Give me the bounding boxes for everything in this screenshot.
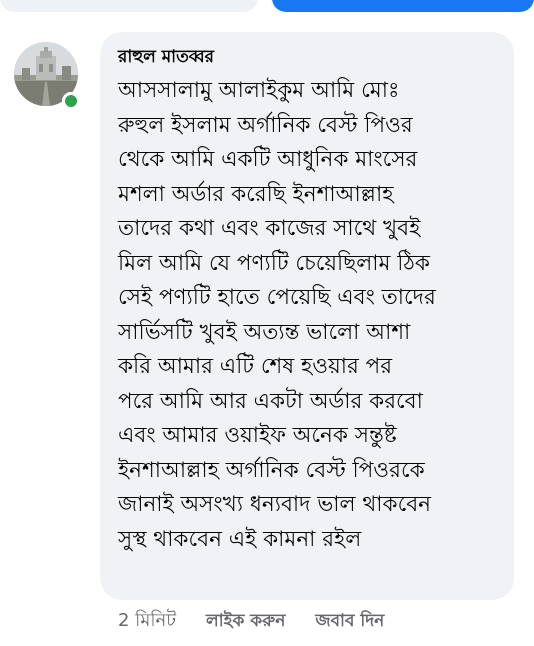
reply-button[interactable]: জবাব দিন: [315, 608, 384, 636]
previous-action-tab[interactable]: [0, 0, 258, 12]
top-bar: [0, 0, 534, 14]
comment-author[interactable]: রাহুল মাতব্বর: [118, 46, 500, 68]
comment-item: রাহুল মাতব্বর আসসালামু আলাইকুম আমি মোঃ র…: [0, 14, 534, 646]
comment-bubble: রাহুল মাতব্বর আসসালামু আলাইকুম আমি মোঃ র…: [100, 32, 514, 600]
comment-timestamp[interactable]: 2 মিনিট: [118, 606, 176, 637]
comment-text: আসসালামু আলাইকুম আমি মোঃ রুহুল ইসলাম অর্…: [118, 78, 436, 552]
online-status-indicator: [62, 92, 80, 110]
like-button[interactable]: লাইক করুন: [206, 608, 285, 636]
comment-actions: 2 মিনিট লাইক করুন জবাব দিন: [118, 606, 384, 637]
avatar-container[interactable]: [14, 42, 80, 110]
primary-action-button[interactable]: [272, 0, 534, 12]
